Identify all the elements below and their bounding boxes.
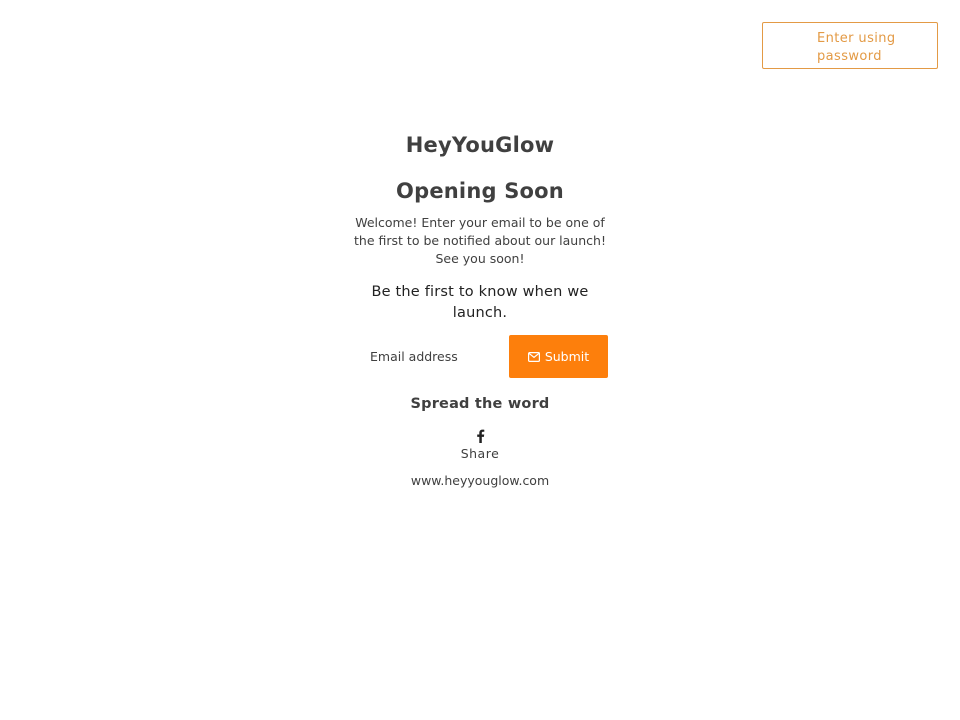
email-input[interactable] <box>352 335 509 378</box>
share-label: Share <box>460 446 500 461</box>
facebook-icon <box>477 429 485 443</box>
signup-heading: Be the first to know when we launch. <box>371 284 589 321</box>
welcome-message: Welcome! Enter your email to be one of t… <box>354 215 606 266</box>
site-url: www.heyyouglow.com <box>410 473 550 488</box>
share-heading: Spread the word <box>410 396 550 412</box>
enter-using-password-button[interactable]: Enter using password <box>762 22 938 69</box>
password-page: Enter using password HeyYouGlow Opening … <box>0 0 960 720</box>
submit-button[interactable]: Submit <box>509 335 608 378</box>
submit-button-label: Submit <box>544 349 590 364</box>
envelope-icon <box>527 351 540 362</box>
store-name: HeyYouGlow <box>405 133 555 157</box>
page-title: Opening Soon <box>396 179 564 203</box>
facebook-share-link[interactable]: Share <box>440 428 520 464</box>
